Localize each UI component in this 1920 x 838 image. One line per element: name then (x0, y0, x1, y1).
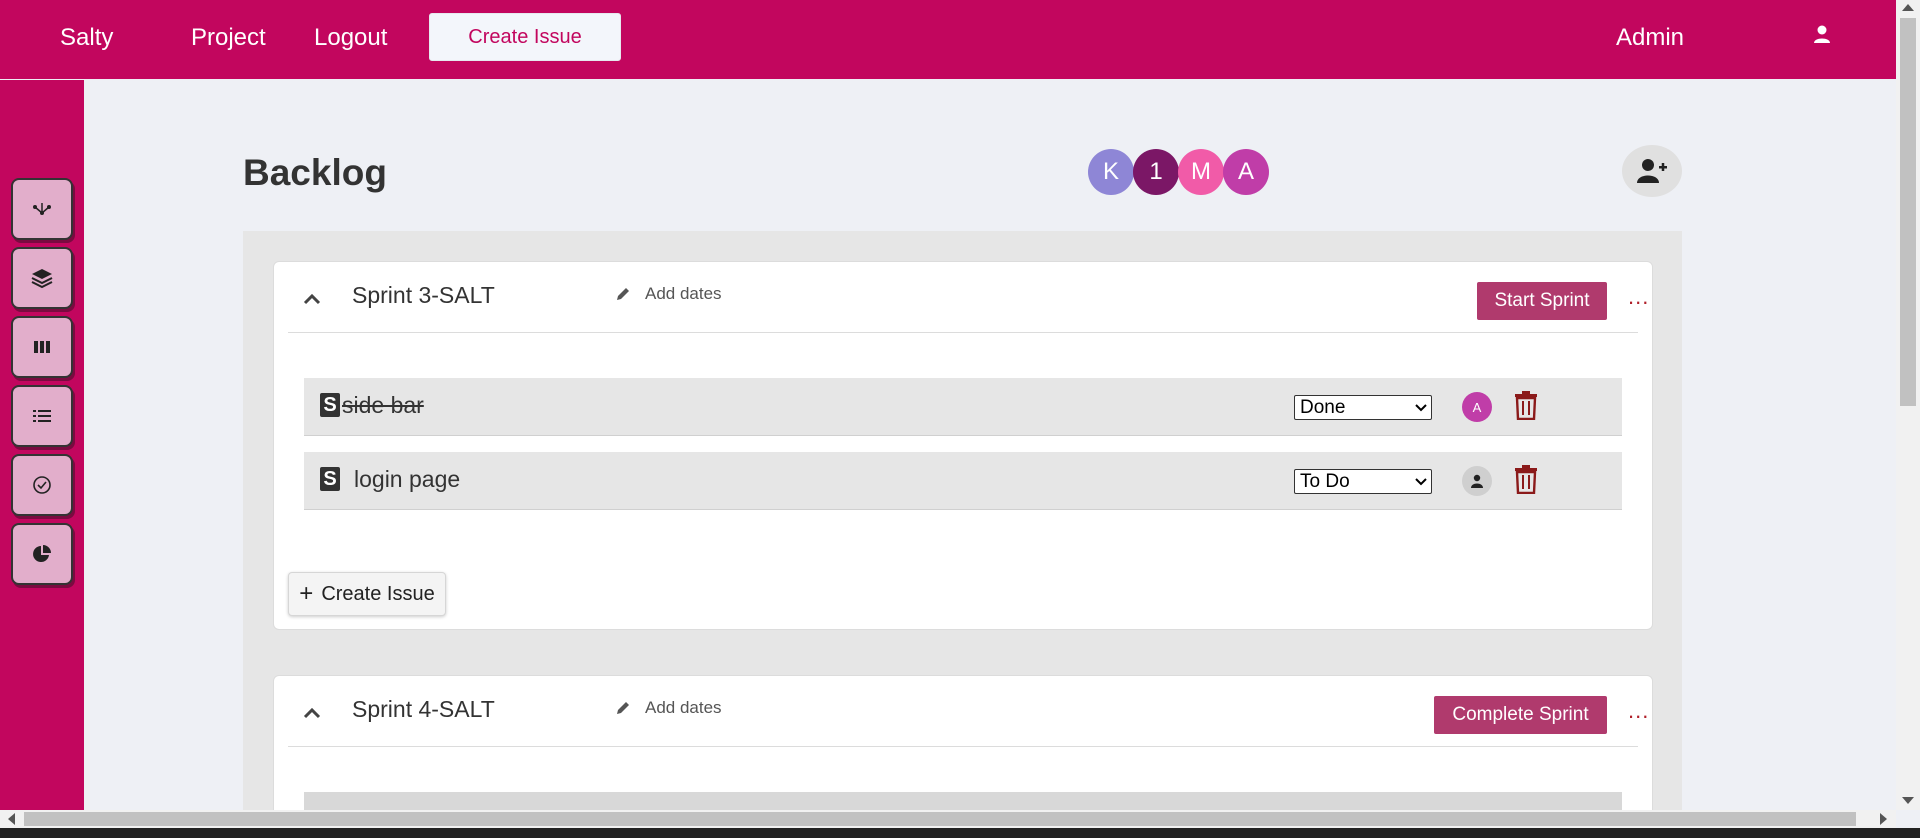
assignee-avatar[interactable]: A (1462, 392, 1492, 422)
layers-icon (31, 269, 53, 289)
add-dates-link[interactable]: Add dates (615, 284, 722, 304)
issue-row[interactable]: S side bar Done A (304, 378, 1622, 436)
sidebar-item-backlog[interactable] (11, 247, 73, 309)
unassigned-avatar[interactable] (1462, 466, 1492, 496)
project-link[interactable]: Project (191, 24, 266, 52)
add-user-icon (1637, 159, 1667, 183)
roadmap-icon (33, 203, 51, 215)
start-sprint-button[interactable]: Start Sprint (1477, 282, 1607, 320)
story-icon: S (320, 467, 340, 491)
logout-link[interactable]: Logout (314, 24, 387, 52)
sidebar-item-list[interactable] (11, 385, 73, 447)
scroll-left-icon[interactable] (8, 813, 15, 825)
complete-sprint-button[interactable]: Complete Sprint (1434, 696, 1607, 734)
sprint-name: Sprint 4-SALT (352, 696, 495, 722)
chevron-down-icon (1415, 477, 1427, 485)
user-icon (1471, 474, 1483, 488)
create-issue-label: Create Issue (321, 582, 435, 605)
backlog-board: Sprint 3-SALT Add dates Start Sprint ...… (243, 231, 1682, 826)
sidebar (0, 80, 84, 810)
avatar[interactable]: 1 (1133, 149, 1179, 195)
sprint-card: Sprint 3-SALT Add dates Start Sprint ...… (273, 261, 1653, 630)
board-columns-icon (34, 341, 50, 353)
check-circle-icon (33, 476, 51, 494)
status-value: Done (1300, 396, 1346, 418)
issue-row[interactable]: S login page To Do (304, 452, 1622, 510)
avatar[interactable]: M (1178, 149, 1224, 195)
member-avatars: K 1 M A (1088, 149, 1269, 195)
pencil-icon (617, 702, 629, 714)
sprint-header: Sprint 3-SALT Add dates Start Sprint ... (288, 262, 1648, 333)
chevron-up-icon[interactable] (302, 706, 322, 720)
sidebar-item-reports[interactable] (11, 523, 73, 585)
create-issue-button[interactable]: + Create Issue (288, 572, 446, 616)
chevron-down-icon (1415, 403, 1427, 411)
create-issue-top-button[interactable]: Create Issue (429, 13, 621, 61)
status-value: To Do (1300, 470, 1350, 492)
pencil-icon (617, 288, 629, 300)
sprint-card: Sprint 4-SALT Add dates Complete Sprint … (273, 675, 1653, 826)
top-navbar: Salty Project Logout Create Issue Admin (0, 0, 1896, 79)
brand-link[interactable]: Salty (60, 24, 113, 52)
avatar[interactable]: A (1223, 149, 1269, 195)
sidebar-item-issues[interactable] (11, 454, 73, 516)
list-icon (33, 410, 51, 422)
more-options-button[interactable]: ... (1628, 284, 1649, 310)
status-select[interactable]: Done (1294, 395, 1432, 420)
add-dates-link[interactable]: Add dates (615, 698, 722, 718)
user-name[interactable]: Admin (1616, 24, 1684, 52)
more-options-button[interactable]: ... (1628, 698, 1649, 724)
page-title: Backlog (243, 152, 387, 193)
pie-chart-icon (33, 545, 51, 562)
issue-title[interactable]: side bar (342, 392, 424, 419)
horizontal-scroll-thumb[interactable] (24, 812, 1856, 826)
os-taskbar (0, 828, 1920, 838)
avatar[interactable]: K (1088, 149, 1134, 195)
add-dates-label: Add dates (645, 698, 722, 717)
status-select[interactable]: To Do (1294, 469, 1432, 494)
sidebar-item-roadmap[interactable] (11, 178, 73, 240)
issue-title[interactable]: login page (354, 466, 460, 493)
trash-icon[interactable] (1514, 390, 1538, 420)
vertical-scroll-thumb[interactable] (1900, 18, 1916, 406)
sprint-name: Sprint 3-SALT (352, 282, 495, 308)
add-dates-label: Add dates (645, 284, 722, 303)
chevron-up-icon[interactable] (302, 292, 322, 306)
sidebar-item-board[interactable] (11, 316, 73, 378)
trash-icon[interactable] (1514, 464, 1538, 494)
scroll-up-icon[interactable] (1902, 4, 1914, 11)
scroll-down-icon[interactable] (1902, 797, 1914, 804)
sprint-header: Sprint 4-SALT Add dates Complete Sprint … (288, 676, 1648, 747)
story-icon: S (320, 393, 340, 417)
user-icon[interactable] (1812, 24, 1832, 44)
add-member-button[interactable] (1622, 145, 1682, 197)
scroll-right-icon[interactable] (1880, 813, 1887, 825)
plus-icon: + (299, 580, 314, 607)
